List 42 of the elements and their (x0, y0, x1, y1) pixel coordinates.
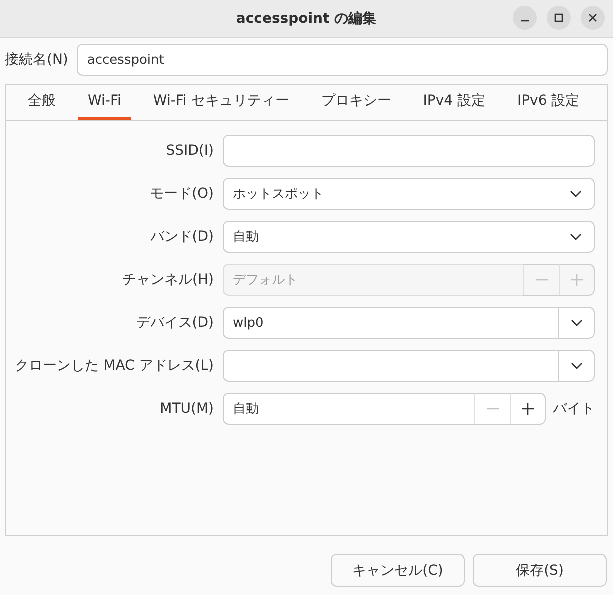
connection-name-field[interactable]: accesspoint (77, 44, 608, 76)
field-label: SSID(I) (166, 143, 214, 159)
field-label: クローンした MAC アドレス(L) (15, 357, 214, 375)
chevron-down-icon (570, 190, 582, 198)
tab[interactable]: IPv4 設定 (413, 85, 496, 120)
plus-icon (571, 274, 583, 286)
combo-entry-field[interactable]: wlp0 (223, 307, 558, 339)
field-label: 接続名(N) (5, 51, 68, 69)
close-icon (588, 13, 598, 23)
chevron-down-icon (570, 233, 582, 241)
combo-entry-field[interactable] (223, 350, 558, 382)
plus-icon (522, 403, 534, 415)
unit-label: バイト (553, 400, 595, 418)
tab[interactable]: 全般 (18, 85, 66, 120)
field-label: MTU(M) (160, 401, 214, 417)
chevron-down-icon (570, 319, 582, 327)
field-label: デバイス(D) (136, 314, 214, 332)
window-title: accesspoint の編集 (236, 10, 377, 28)
tab[interactable]: IPv6 設定 (507, 85, 590, 120)
chevron-down-icon (570, 362, 582, 370)
spin-field[interactable]: 自動 (223, 393, 474, 425)
dialog-button[interactable]: キャンセル(C) (331, 554, 465, 587)
maximize-icon (554, 13, 564, 23)
field-label: バンド(D) (150, 228, 214, 246)
dropdown[interactable]: 自動 (223, 221, 595, 253)
maximize-button[interactable] (547, 6, 571, 30)
tab[interactable]: Wi-Fi セキュリティー (143, 85, 300, 120)
minus-icon (536, 279, 548, 281)
minimize-icon (521, 20, 529, 22)
dialog-button[interactable]: 保存(S) (473, 554, 607, 587)
ssid-field[interactable] (223, 135, 595, 167)
close-button[interactable] (581, 6, 605, 30)
dropdown-button[interactable] (558, 307, 595, 339)
field-label: チャンネル(H) (122, 271, 214, 289)
dropdown[interactable]: ホットスポット (223, 178, 595, 210)
minimize-button[interactable] (513, 6, 537, 30)
minus-icon (486, 408, 498, 410)
field-label: モード(O) (150, 185, 214, 203)
dropdown-button[interactable] (558, 350, 595, 382)
tab[interactable]: プロキシー (311, 85, 402, 120)
tab[interactable]: Wi-Fi (78, 85, 132, 120)
increment-button[interactable] (510, 393, 546, 425)
